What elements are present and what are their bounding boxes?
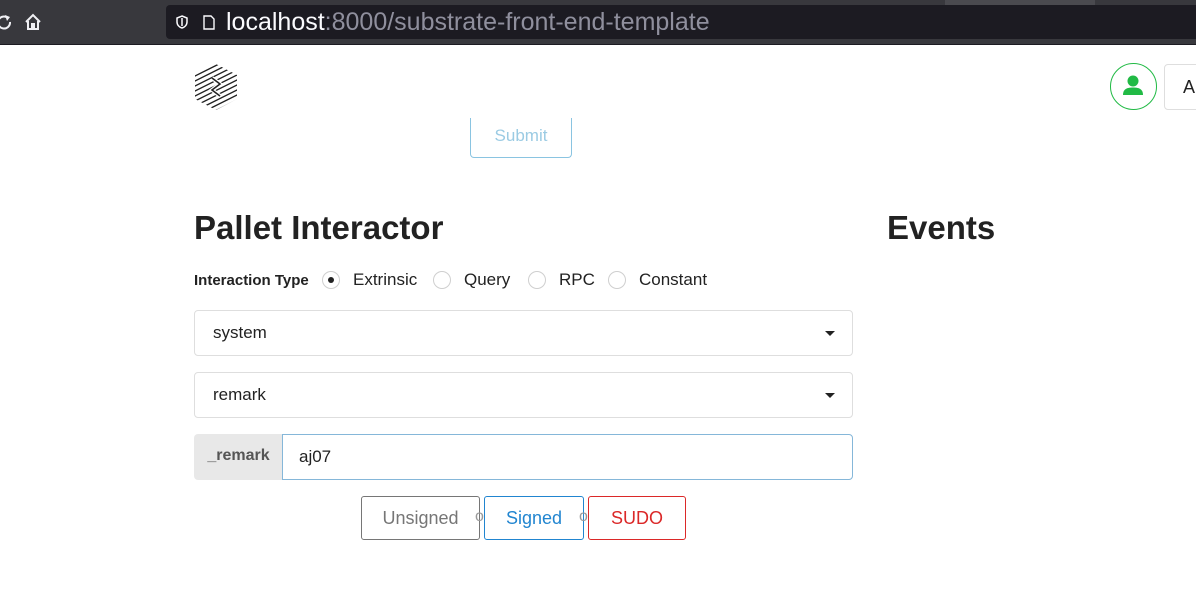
user-icon <box>1123 75 1143 95</box>
radio-circle[interactable] <box>528 271 546 289</box>
param-label: _remark <box>194 434 283 480</box>
events-title: Events <box>887 209 996 246</box>
radio-label[interactable]: Extrinsic <box>353 270 417 290</box>
url-text[interactable]: localhost:8000/substrate-front-end-templ… <box>226 8 710 36</box>
url-bar[interactable]: localhost:8000/substrate-front-end-templ… <box>166 5 1196 39</box>
callable-dropdown[interactable]: remark <box>194 372 853 418</box>
radio-circle[interactable] <box>433 271 451 289</box>
pallet-interactor-title: Pallet Interactor <box>194 209 444 246</box>
shield-icon[interactable] <box>175 15 189 29</box>
url-host: localhost <box>226 8 325 36</box>
sudo-button[interactable]: SUDO <box>588 496 686 540</box>
interaction-type-label: Interaction Type <box>194 272 309 289</box>
callable-dropdown-value: remark <box>213 385 266 404</box>
home-icon[interactable] <box>23 12 43 32</box>
page-icon <box>203 15 215 30</box>
url-path: :8000/substrate-front-end-template <box>324 8 710 36</box>
remark-input[interactable] <box>282 434 853 480</box>
reload-icon[interactable] <box>0 12 14 32</box>
account-avatar[interactable] <box>1110 63 1157 110</box>
radio-selected-dot <box>328 277 334 283</box>
param-field: _remark <box>194 434 853 480</box>
unsigned-button[interactable]: Unsigned <box>361 496 480 540</box>
account-selector[interactable]: A <box>1164 64 1196 110</box>
pallet-dropdown-value: system <box>213 323 267 342</box>
submit-button[interactable]: Submit <box>470 118 572 158</box>
radio-label[interactable]: RPC <box>559 270 595 290</box>
signed-button[interactable]: Signed <box>484 496 584 540</box>
radio-label[interactable]: Constant <box>639 270 707 290</box>
pallet-dropdown[interactable]: system <box>194 310 853 356</box>
browser-toolbar: localhost:8000/substrate-front-end-templ… <box>0 0 1196 45</box>
chevron-down-icon[interactable] <box>825 331 835 336</box>
radio-circle[interactable] <box>322 271 340 289</box>
substrate-logo[interactable] <box>193 63 239 111</box>
radio-label[interactable]: Query <box>464 270 510 290</box>
chevron-down-icon[interactable] <box>825 393 835 398</box>
radio-circle[interactable] <box>608 271 626 289</box>
